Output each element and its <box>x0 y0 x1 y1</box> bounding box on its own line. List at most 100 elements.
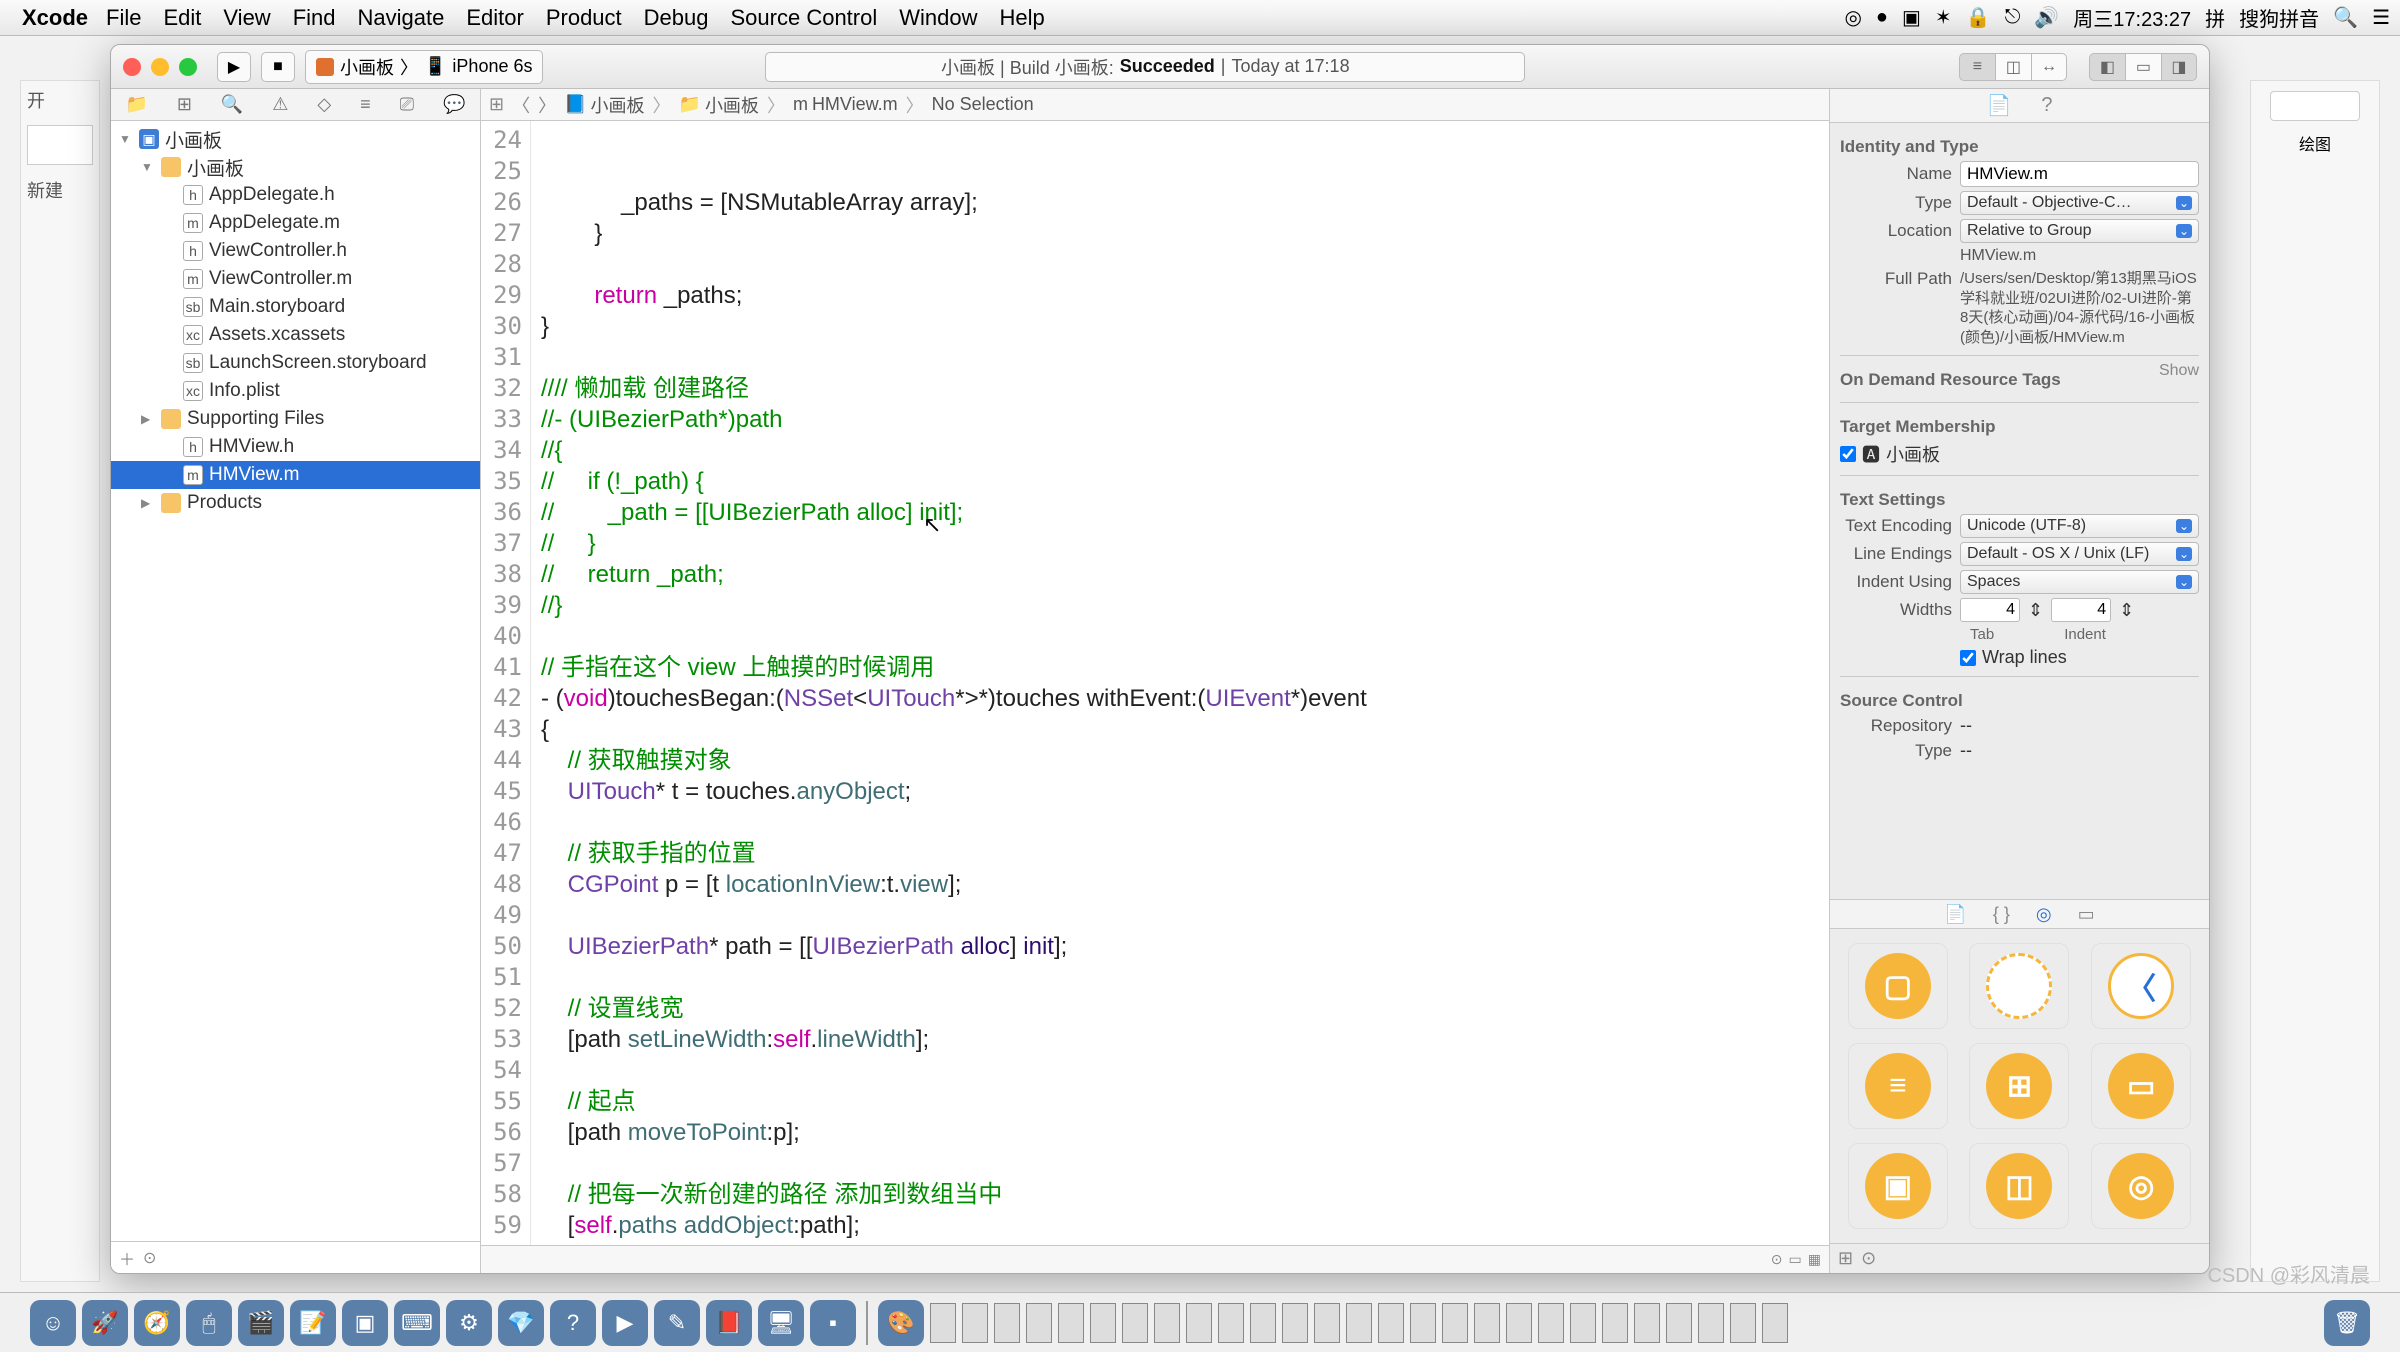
file-inspector-tab-icon[interactable]: 📄 <box>1986 93 2011 118</box>
minimized-window[interactable] <box>1122 1303 1148 1343</box>
tree-row[interactable]: mViewController.m <box>111 265 480 293</box>
menu-edit[interactable]: Edit <box>163 5 201 31</box>
minimized-window[interactable] <box>1282 1303 1308 1343</box>
minimized-window[interactable] <box>1378 1303 1404 1343</box>
app-name[interactable]: Xcode <box>22 5 88 31</box>
status-icon[interactable]: ◎ <box>1844 5 1861 30</box>
add-button-icon[interactable]: ＋ <box>119 1246 135 1270</box>
find-navigator-tab-icon[interactable]: 🔍 <box>221 94 243 115</box>
bluetooth-icon[interactable]: ✶ <box>1935 5 1952 30</box>
object-library-tab-icon[interactable]: ◎ <box>2036 904 2052 925</box>
library-item[interactable]: 〈 <box>2091 943 2191 1029</box>
tree-row[interactable]: hHMView.h <box>111 433 480 461</box>
airplay-icon[interactable]: ▣ <box>1902 5 1921 30</box>
quick-help-tab-icon[interactable]: ? <box>2041 94 2052 117</box>
target-checkbox[interactable] <box>1840 446 1856 462</box>
launchpad-dock-icon[interactable]: 🚀 <box>82 1300 128 1346</box>
issue-navigator-tab-icon[interactable]: ⚠ <box>272 94 288 115</box>
grid-view-icon[interactable]: ⊞ <box>1838 1248 1853 1269</box>
window-zoom-button[interactable] <box>179 58 197 76</box>
tree-row[interactable]: hAppDelegate.h <box>111 181 480 209</box>
minimized-window[interactable] <box>1762 1303 1788 1343</box>
toggle-debug-area-button[interactable]: ▭ <box>2125 53 2161 81</box>
app-dock-icon[interactable]: 🖥 <box>758 1300 804 1346</box>
menu-navigate[interactable]: Navigate <box>358 5 445 31</box>
library-item[interactable]: ◎ <box>2091 1143 2191 1229</box>
library-item[interactable]: ▢ <box>1969 943 2069 1029</box>
minimized-window[interactable] <box>1442 1303 1468 1343</box>
minimized-window[interactable] <box>1058 1303 1084 1343</box>
app-dock-icon[interactable]: ▪ <box>810 1300 856 1346</box>
debug-navigator-tab-icon[interactable]: ≡ <box>360 94 371 115</box>
notification-center-icon[interactable]: ☰ <box>2372 5 2390 30</box>
odr-show-button[interactable]: Show <box>2159 362 2199 394</box>
back-button-icon[interactable]: 〈 <box>512 92 530 118</box>
tree-row[interactable]: ▶Supporting Files <box>111 405 480 433</box>
location-select[interactable]: Relative to Group⌄ <box>1960 219 2199 243</box>
tree-row[interactable]: ▼▣小画板 <box>111 125 480 153</box>
stop-button[interactable]: ■ <box>261 52 295 82</box>
minimized-window[interactable] <box>1474 1303 1500 1343</box>
app-dock-icon[interactable]: ? <box>550 1300 596 1346</box>
library-item[interactable]: ◫ <box>1969 1143 2069 1229</box>
assistant-editor-button[interactable]: ◫ <box>1995 53 2031 81</box>
jump-selection[interactable]: No Selection <box>932 94 1034 115</box>
app-dock-icon[interactable]: ✎ <box>654 1300 700 1346</box>
minimized-window[interactable] <box>1410 1303 1436 1343</box>
library-item[interactable]: ▢ <box>1848 943 1948 1029</box>
jump-bar[interactable]: ⊞ 〈 〉 📘小画板 〉 📁小画板 〉 mHMView.m 〉 No Selec… <box>481 89 1829 121</box>
tree-row[interactable]: mAppDelegate.m <box>111 209 480 237</box>
tree-row[interactable]: sbLaunchScreen.storyboard <box>111 349 480 377</box>
spotlight-icon[interactable]: 🔍 <box>2333 5 2358 30</box>
indent-width-field[interactable] <box>2051 598 2111 622</box>
safari-dock-icon[interactable]: 🧭 <box>134 1300 180 1346</box>
minimized-window[interactable] <box>1730 1303 1756 1343</box>
menu-help[interactable]: Help <box>1000 5 1045 31</box>
menu-find[interactable]: Find <box>293 5 336 31</box>
name-field[interactable] <box>1960 161 2199 187</box>
app-dock-icon[interactable]: 🖱 <box>186 1300 232 1346</box>
indent-using-select[interactable]: Spaces⌄ <box>1960 570 2199 594</box>
finder-dock-icon[interactable]: ☺ <box>30 1300 76 1346</box>
tree-row[interactable]: ▶Products <box>111 489 480 517</box>
wifi-icon[interactable]: ⎋ <box>2005 6 2021 29</box>
app-dock-icon[interactable]: ⚙ <box>446 1300 492 1346</box>
trash-dock-icon[interactable]: 🗑 <box>2324 1300 2370 1346</box>
ime-label[interactable]: 搜狗拼音 <box>2239 3 2319 32</box>
app-dock-icon[interactable]: 📕 <box>706 1300 752 1346</box>
version-editor-button[interactable]: ↔ <box>2031 53 2067 81</box>
minimized-window[interactable] <box>1506 1303 1532 1343</box>
menu-editor[interactable]: Editor <box>466 5 523 31</box>
toggle-navigator-button[interactable]: ◧ <box>2089 53 2125 81</box>
minimized-window[interactable] <box>994 1303 1020 1343</box>
encoding-select[interactable]: Unicode (UTF-8)⌄ <box>1960 514 2199 538</box>
source-code-editor[interactable]: _paths = [NSMutableArray array]; } retur… <box>531 121 1829 1245</box>
symbol-navigator-tab-icon[interactable]: ⊞ <box>177 94 192 115</box>
minimized-window[interactable] <box>1698 1303 1724 1343</box>
menu-window[interactable]: Window <box>899 5 977 31</box>
toggle-utilities-button[interactable]: ◨ <box>2161 53 2197 81</box>
tree-row[interactable]: sbMain.storyboard <box>111 293 480 321</box>
editor-footer-icon[interactable]: ⊙ <box>1771 1251 1783 1268</box>
volume-icon[interactable]: 🔊 <box>2034 5 2059 30</box>
app-dock-icon[interactable]: ▶ <box>602 1300 648 1346</box>
menu-product[interactable]: Product <box>546 5 622 31</box>
minimized-window[interactable] <box>962 1303 988 1343</box>
library-item[interactable]: ⊞ <box>1969 1043 2069 1129</box>
project-navigator-tab-icon[interactable]: 📁 <box>125 94 147 115</box>
jump-file[interactable]: HMView.m <box>812 94 898 115</box>
tree-row[interactable]: xcAssets.xcassets <box>111 321 480 349</box>
library-item[interactable]: ▣ <box>1848 1143 1948 1229</box>
run-button[interactable]: ▶ <box>217 52 251 82</box>
app-dock-icon[interactable]: 🎬 <box>238 1300 284 1346</box>
terminal-dock-icon[interactable]: ⌨ <box>394 1300 440 1346</box>
minimized-window[interactable] <box>1538 1303 1564 1343</box>
wrap-lines-checkbox[interactable] <box>1960 650 1976 666</box>
test-navigator-tab-icon[interactable]: ◇ <box>317 94 331 115</box>
window-minimize-button[interactable] <box>151 58 169 76</box>
minimized-window[interactable] <box>930 1303 956 1343</box>
minimized-window[interactable] <box>1250 1303 1276 1343</box>
filter-icon[interactable]: ⊙ <box>143 1248 156 1268</box>
editor-footer-icon[interactable]: ▭ <box>1789 1251 1802 1268</box>
editor-footer-icon[interactable]: ▦ <box>1808 1251 1821 1268</box>
